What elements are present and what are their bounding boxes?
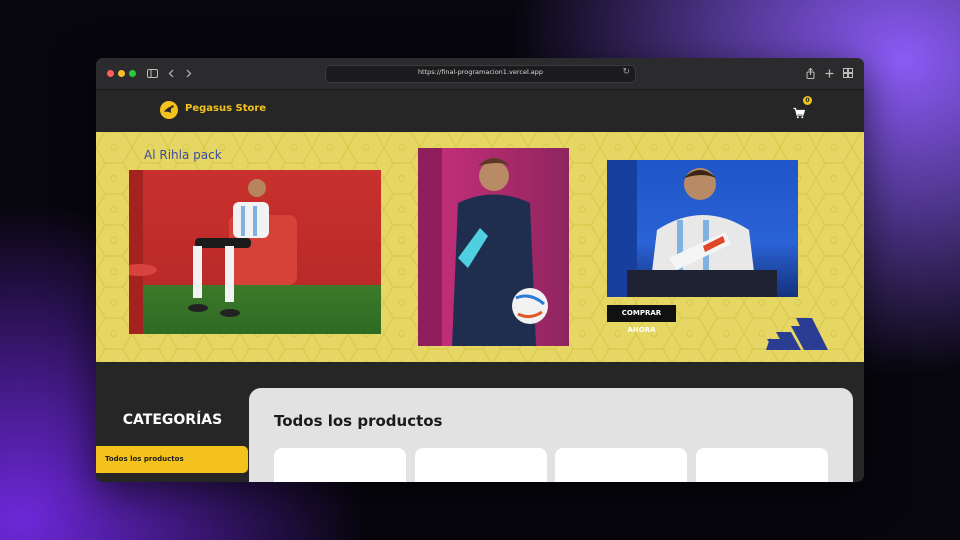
pegasus-logo-icon[interactable]: [160, 101, 178, 119]
category-item-all-products[interactable]: Todos los productos: [96, 446, 248, 473]
category-item-label: Todos los productos: [105, 455, 184, 463]
product-card[interactable]: [415, 448, 547, 482]
close-window-button[interactable]: [107, 70, 114, 77]
categories-title: CATEGORÍAS: [122, 412, 223, 428]
browser-toolbar: https://final-programacion1.vercel.app ↻: [96, 58, 864, 90]
site-header: Pegasus Store 0: [96, 90, 864, 132]
browser-window: https://final-programacion1.vercel.app ↻…: [96, 58, 864, 482]
banner-photo-goalkeeper: [607, 160, 798, 297]
banner-title: Al Rihla pack: [144, 148, 222, 162]
reload-icon[interactable]: ↻: [622, 67, 630, 77]
share-icon[interactable]: [804, 66, 816, 80]
adidas-logo-icon: [766, 312, 830, 354]
hero-banner[interactable]: Al Rihla pack COMPRAR AHORA: [96, 132, 864, 362]
banner-photo-player-sitting: [129, 170, 381, 334]
product-card[interactable]: [274, 448, 406, 482]
products-title: Todos los productos: [274, 412, 443, 430]
buy-now-button[interactable]: COMPRAR AHORA: [607, 305, 676, 334]
tab-overview-icon[interactable]: [842, 66, 854, 80]
zoom-window-button[interactable]: [129, 70, 136, 77]
back-icon[interactable]: [166, 66, 176, 80]
product-card[interactable]: [555, 448, 687, 482]
sidebar-toggle-icon[interactable]: [146, 66, 158, 80]
new-tab-icon[interactable]: [823, 66, 835, 80]
product-card[interactable]: [696, 448, 828, 482]
cart-count-badge: 0: [803, 96, 812, 105]
address-bar[interactable]: https://final-programacion1.vercel.app ↻: [325, 65, 636, 83]
brand-name[interactable]: Pegasus Store: [185, 103, 266, 114]
categories-sidebar: CATEGORÍAS Todos los productos: [96, 362, 249, 482]
banner-photo-player-standing: [418, 148, 569, 346]
url-text: https://final-programacion1.vercel.app: [417, 68, 544, 76]
cart-icon[interactable]: [793, 104, 806, 119]
minimize-window-button[interactable]: [118, 70, 125, 77]
forward-icon[interactable]: [184, 66, 194, 80]
products-panel: Todos los productos: [249, 388, 853, 482]
